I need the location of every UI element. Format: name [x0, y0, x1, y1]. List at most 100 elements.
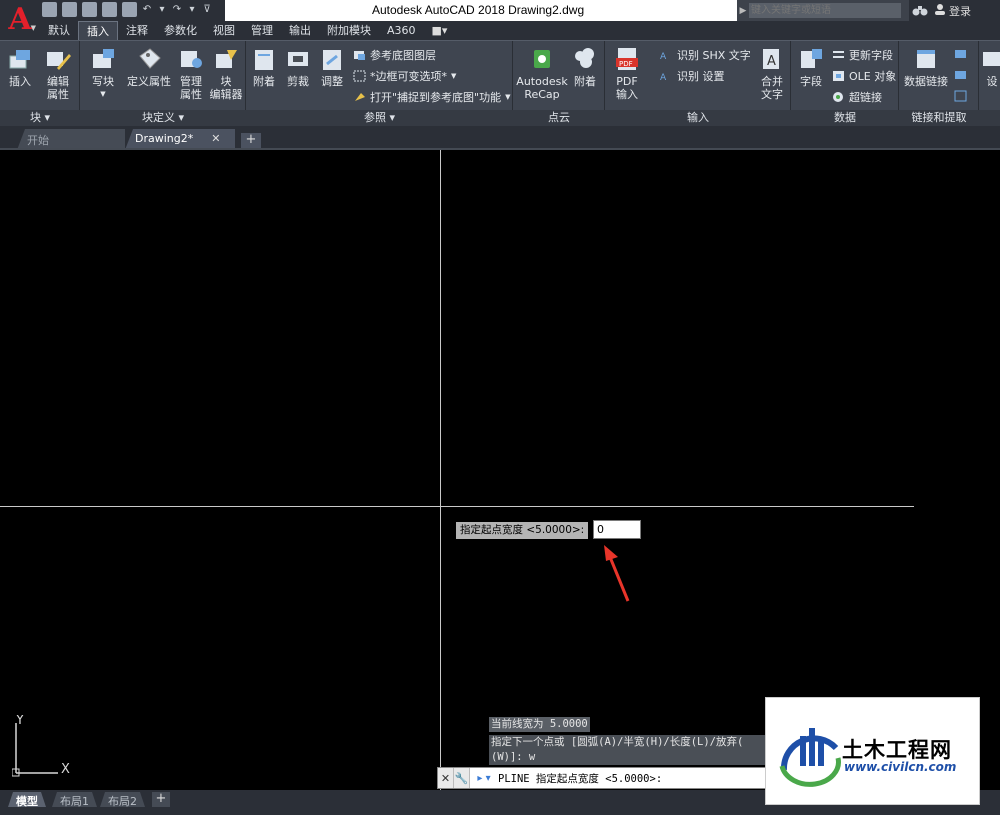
doc-tab-start[interactable]: 开始: [17, 129, 125, 150]
field-button[interactable]: 字段: [795, 45, 827, 88]
hyperlink-button[interactable]: 超链接: [831, 89, 882, 105]
command-text: PLINE 指定起点宽度 <5.0000>:: [498, 772, 663, 785]
define-attribute-button[interactable]: 定义属性: [124, 45, 174, 88]
update-field-button[interactable]: 更新字段: [831, 47, 893, 63]
login-button[interactable]: 登录: [934, 3, 971, 19]
wrench-icon[interactable]: 🔧: [454, 768, 470, 788]
application-menu-button[interactable]: A ▼: [0, 0, 40, 40]
command-line[interactable]: ✕ 🔧 ▸ ▾ PLINE 指定起点宽度 <5.0000>:: [437, 767, 767, 789]
tab-parametric[interactable]: 参数化: [156, 21, 205, 40]
tab-annotate[interactable]: 注释: [118, 21, 156, 40]
tab-a360[interactable]: A360: [379, 21, 424, 40]
new-file-icon[interactable]: [42, 2, 57, 17]
insert-block-icon: [6, 45, 34, 73]
data-link-button[interactable]: 数据链接: [903, 45, 949, 88]
open-file-icon[interactable]: [62, 2, 77, 17]
quick-access-toolbar: ↶ ▾ ↷ ▾ ⊽: [42, 2, 212, 17]
adjust-label: 调整: [321, 75, 343, 88]
recap-label-1: Autodesk: [516, 75, 568, 88]
update-field-icon: [831, 49, 845, 62]
edit-attribute-button[interactable]: 编辑 属性: [40, 45, 76, 101]
adjust-icon: [318, 45, 346, 73]
print-icon[interactable]: [122, 2, 137, 17]
user-icon: [935, 4, 945, 15]
upload-source-icon[interactable]: [953, 68, 967, 81]
attach-pointcloud-button[interactable]: 附着: [569, 45, 601, 88]
layout-tab-layout2[interactable]: 布局2: [100, 792, 145, 807]
underlay-layers-button[interactable]: 参考底图图层: [352, 47, 436, 63]
ribbon-panel-titles: 块 ▾ 块定义 ▾ 参照 ▾ 点云 输入 数据 链接和提取: [0, 110, 1000, 126]
watermark-url: www.civilcn.com: [844, 760, 957, 774]
history-line: 当前线宽为 5.0000: [489, 717, 590, 732]
pdf-import-button[interactable]: PDF PDF 输入: [610, 45, 644, 101]
panel-title-block[interactable]: 块 ▾: [0, 110, 80, 125]
adjust-button[interactable]: 调整: [316, 45, 348, 88]
layout-tab-model[interactable]: 模型: [8, 792, 46, 807]
tab-default[interactable]: 默认: [40, 21, 78, 40]
tab-manage[interactable]: 管理: [243, 21, 281, 40]
frame-variable-dropdown[interactable]: *边框可变选项* ▼: [352, 68, 456, 84]
login-label: 登录: [949, 5, 971, 18]
chevron-down-icon: ▼: [451, 72, 457, 80]
undo-dropdown-icon[interactable]: ▾: [157, 2, 167, 17]
tab-insert[interactable]: 插入: [78, 21, 118, 40]
tab-view[interactable]: 视图: [205, 21, 243, 40]
manage-attr-label-1: 管理: [180, 75, 202, 88]
manage-attr-label-2: 属性: [180, 88, 202, 101]
edit-attr-label-2: 属性: [47, 88, 69, 101]
snap-underlay-dropdown[interactable]: 打开"捕捉到参考底图"功能 ▼: [352, 89, 511, 105]
insert-block-button[interactable]: 插入: [4, 45, 36, 88]
attach-label: 附着: [253, 75, 275, 88]
close-icon[interactable]: ✕: [211, 132, 220, 145]
ucs-y-label: Y: [15, 715, 24, 728]
binoculars-icon[interactable]: [912, 3, 928, 17]
layout-tab-layout1[interactable]: 布局1: [52, 792, 97, 807]
search-expand-icon[interactable]: ▶: [737, 6, 749, 16]
clip-button[interactable]: 剪裁: [282, 45, 314, 88]
video-camera-icon[interactable]: ■▾: [424, 24, 456, 37]
manage-attributes-button[interactable]: 管理 属性: [174, 45, 208, 101]
panel-title-block-definition[interactable]: 块定义 ▾: [80, 110, 246, 125]
hyperlink-label: 超链接: [849, 91, 882, 104]
ole-object-button[interactable]: OLE 对象: [831, 68, 896, 84]
undo-icon[interactable]: ↶: [142, 2, 152, 17]
title-bar: Autodesk AutoCAD 2018 Drawing2.dwg ↶ ▾ ↷…: [0, 0, 1000, 21]
add-layout-button[interactable]: +: [152, 792, 170, 807]
new-tab-button[interactable]: +: [241, 133, 261, 148]
extract-data-icon[interactable]: [953, 89, 967, 102]
search-input[interactable]: [749, 3, 901, 18]
tab-output[interactable]: 输出: [281, 21, 319, 40]
tab-addins[interactable]: 附加模块: [319, 21, 379, 40]
watermark-logo-icon: [779, 728, 841, 787]
recognize-shx-button[interactable]: A 识别 SHX 文字: [659, 47, 751, 63]
redo-dropdown-icon[interactable]: ▾: [187, 2, 197, 17]
save-icon[interactable]: [82, 2, 97, 17]
close-icon[interactable]: ✕: [438, 768, 454, 788]
combine-text-button[interactable]: A 合并 文字: [755, 45, 789, 101]
doc-tab-drawing2-label: Drawing2*: [135, 132, 194, 145]
save-as-icon[interactable]: [102, 2, 117, 17]
write-block-label: 写块: [92, 75, 114, 88]
doc-tab-drawing2[interactable]: Drawing2* ✕: [125, 129, 235, 150]
block-editor-icon: [212, 45, 240, 73]
dynamic-input-field[interactable]: [593, 520, 641, 539]
drawing-canvas[interactable]: 指定起点宽度 <5.0000>: Y X 当前线宽为 5.0000 指定下一个点…: [0, 150, 1000, 790]
download-source-icon[interactable]: [953, 47, 967, 60]
block-editor-label-2: 编辑器: [209, 88, 243, 101]
recognize-settings-label: 识别 设置: [677, 70, 725, 83]
watermark: 土木工程网 www.civilcn.com: [765, 697, 980, 805]
attach-reference-button[interactable]: 附着: [248, 45, 280, 88]
recognize-settings-button[interactable]: A 识别 设置: [659, 68, 725, 84]
customize-qat-icon[interactable]: ⊽: [202, 2, 212, 17]
panel-title-reference[interactable]: 参照 ▾: [246, 110, 513, 125]
block-editor-button[interactable]: 块 编辑器: [208, 45, 244, 101]
write-block-button[interactable]: 写块 ▼: [86, 45, 120, 101]
document-tabs: 开始 Drawing2* ✕ +: [0, 126, 1000, 150]
recap-button[interactable]: Autodesk ReCap: [516, 45, 568, 101]
underlay-layers-label: 参考底图图层: [370, 49, 436, 62]
command-prompt-icon[interactable]: ▸ ▾: [470, 773, 498, 784]
redo-icon[interactable]: ↷: [172, 2, 182, 17]
ole-label: OLE 对象: [849, 70, 897, 83]
block-editor-label-1: 块: [220, 75, 232, 88]
settings-button-partial[interactable]: 设: [982, 45, 1000, 88]
